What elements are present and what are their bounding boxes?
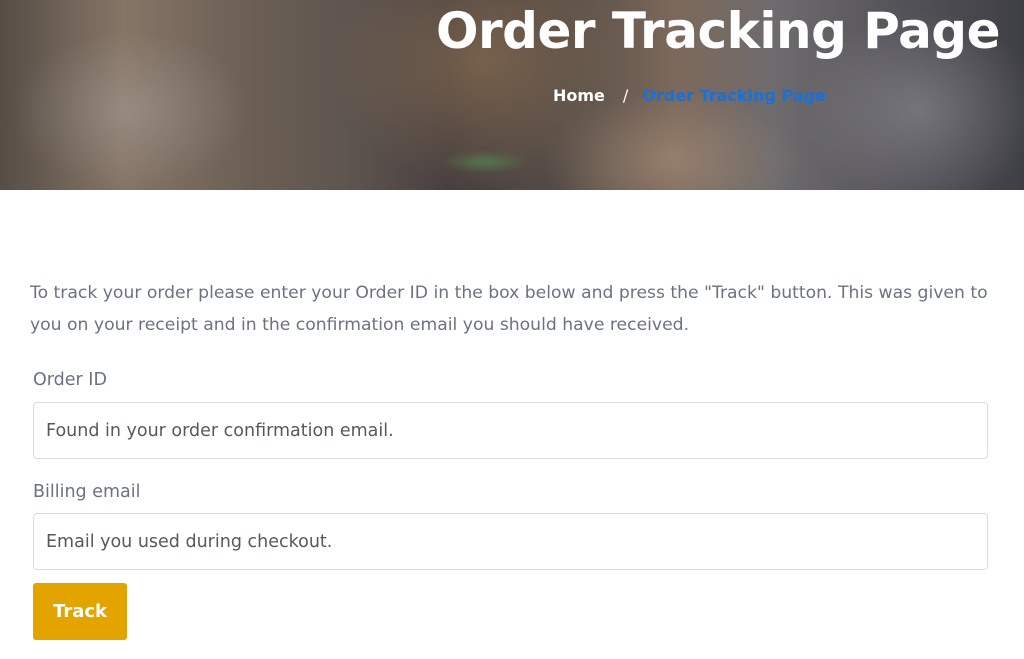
breadcrumb-current: Order Tracking Page: [642, 86, 826, 105]
billing-email-input[interactable]: [33, 513, 988, 570]
breadcrumb: Home / Order Tracking Page: [553, 86, 826, 105]
billing-email-label: Billing email: [33, 482, 141, 502]
page-title: Order Tracking Page: [436, 2, 1001, 60]
breadcrumb-home-link[interactable]: Home: [553, 86, 605, 105]
order-id-label: Order ID: [33, 370, 107, 390]
track-button[interactable]: Track: [33, 583, 127, 640]
tracking-instructions: To track your order please enter your Or…: [30, 283, 988, 335]
page-hero-banner: Order Tracking Page Home / Order Tracking …: [0, 0, 1024, 190]
order-id-input[interactable]: [33, 402, 988, 459]
breadcrumb-separator: /: [622, 86, 629, 105]
